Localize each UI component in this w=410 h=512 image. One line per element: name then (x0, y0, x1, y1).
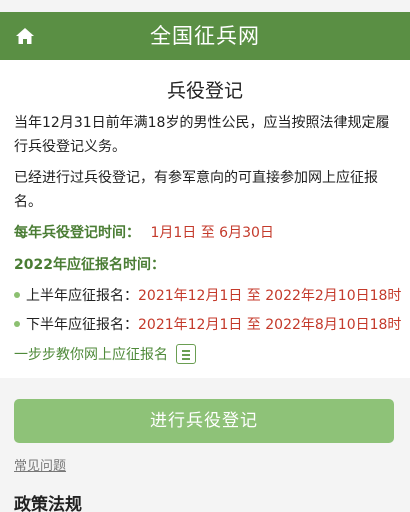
list-icon (176, 344, 196, 364)
second-half-value: 2021年12月1日 至 2022年8月10日18时 (138, 317, 402, 333)
guide-link-text: 一步步教你网上应征报名 (14, 347, 168, 363)
second-half-row: 下半年应征报名：2021年12月1日 至 2022年8月10日18时 (14, 315, 401, 335)
bullet-icon (14, 292, 20, 298)
registration-time-label: 每年兵役登记时间： (14, 225, 140, 241)
header-title: 全国征兵网 (150, 24, 260, 48)
registration-time-row: 每年兵役登记时间： 1月1日 至 6月30日 (14, 223, 274, 243)
page-title: 兵役登记 (166, 80, 243, 102)
faq-link[interactable]: 常见问题 (14, 455, 66, 474)
register-button[interactable]: 进行兵役登记 (14, 399, 394, 443)
enlistment-time-heading: 2022年应征报名时间： (14, 257, 165, 273)
app-header: 全国征兵网 (0, 12, 410, 60)
first-half-label: 上半年应征报名： (26, 288, 138, 304)
guide-link[interactable]: 一步步教你网上应征报名 (14, 344, 196, 366)
second-half-label: 下半年应征报名： (26, 317, 138, 333)
policy-heading: 政策法规 (14, 495, 82, 512)
intro-paragraph-2: 已经进行过兵役登记，有参军意向的可直接参加网上应征报名。 (14, 170, 378, 210)
bullet-icon (14, 321, 20, 327)
first-half-value: 2021年12月1日 至 2022年2月10日18时 (138, 288, 402, 304)
intro-paragraph-1: 当年12月31日前年满18岁的男性公民，应当按照法律规定履行兵役登记义务。 (14, 115, 390, 155)
first-half-row: 上半年应征报名：2021年12月1日 至 2022年2月10日18时 (14, 286, 401, 306)
registration-time-value: 1月1日 至 6月30日 (150, 225, 274, 241)
